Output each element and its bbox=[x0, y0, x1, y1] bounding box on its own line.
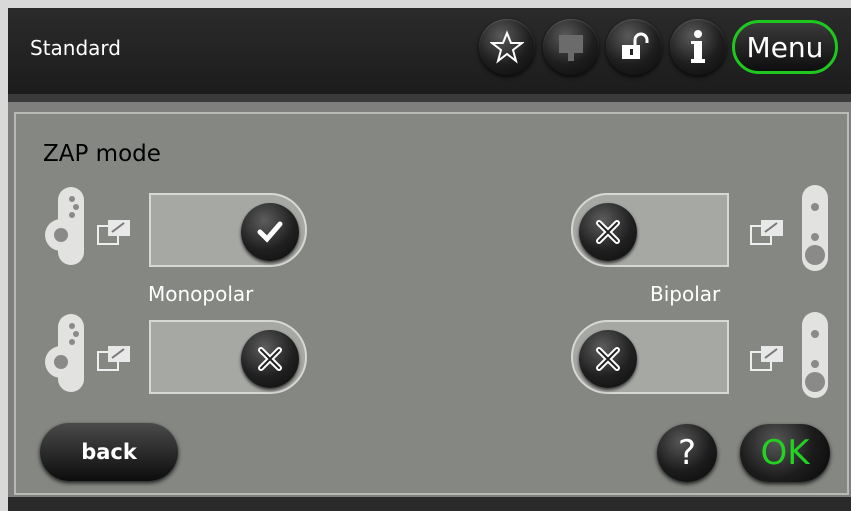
bipolar-instrument-icon bbox=[802, 185, 828, 271]
lock-button[interactable] bbox=[606, 19, 662, 75]
info-button[interactable] bbox=[670, 19, 726, 75]
star-icon bbox=[490, 30, 524, 64]
monopolar-instrument-icon bbox=[45, 314, 84, 392]
app-frame: Standard Menu ZAP mode Monopolar Bipolar… bbox=[0, 0, 851, 511]
x-icon bbox=[596, 220, 620, 244]
monitor-icon bbox=[559, 35, 583, 61]
info-icon bbox=[691, 30, 705, 63]
bipolar-toggle-2[interactable] bbox=[571, 320, 729, 394]
edit-icon bbox=[750, 346, 783, 371]
unlock-icon bbox=[622, 32, 649, 59]
edit-icon bbox=[97, 346, 130, 371]
x-icon bbox=[258, 347, 282, 371]
back-button[interactable]: back bbox=[40, 423, 178, 481]
x-icon bbox=[596, 347, 620, 371]
check-icon bbox=[257, 221, 283, 243]
favorite-button[interactable] bbox=[479, 19, 535, 75]
page-title: Standard bbox=[30, 36, 121, 60]
bipolar-toggle-1[interactable] bbox=[571, 193, 729, 267]
bipolar-label: Bipolar bbox=[650, 282, 721, 306]
monopolar-toggle-2[interactable] bbox=[149, 320, 307, 394]
bottom-strip bbox=[8, 497, 851, 511]
display-button[interactable] bbox=[543, 19, 599, 75]
toggle-knob bbox=[579, 203, 637, 261]
bipolar-instrument-icon bbox=[802, 312, 828, 398]
monopolar-toggle-1[interactable] bbox=[149, 193, 307, 267]
ok-button[interactable]: OK bbox=[740, 424, 830, 482]
section-title: ZAP mode bbox=[43, 141, 161, 167]
edit-icon bbox=[97, 220, 130, 245]
monopolar-instrument-icon bbox=[45, 187, 84, 265]
toggle-knob bbox=[241, 203, 299, 261]
edit-icon bbox=[750, 220, 783, 245]
help-button[interactable]: ? bbox=[657, 424, 717, 482]
header-divider bbox=[8, 94, 851, 102]
frame-edge bbox=[0, 0, 851, 8]
frame-edge bbox=[0, 0, 8, 511]
toggle-knob bbox=[579, 330, 637, 388]
menu-button[interactable]: Menu bbox=[732, 20, 838, 74]
monopolar-label: Monopolar bbox=[148, 282, 254, 306]
toggle-knob bbox=[241, 330, 299, 388]
